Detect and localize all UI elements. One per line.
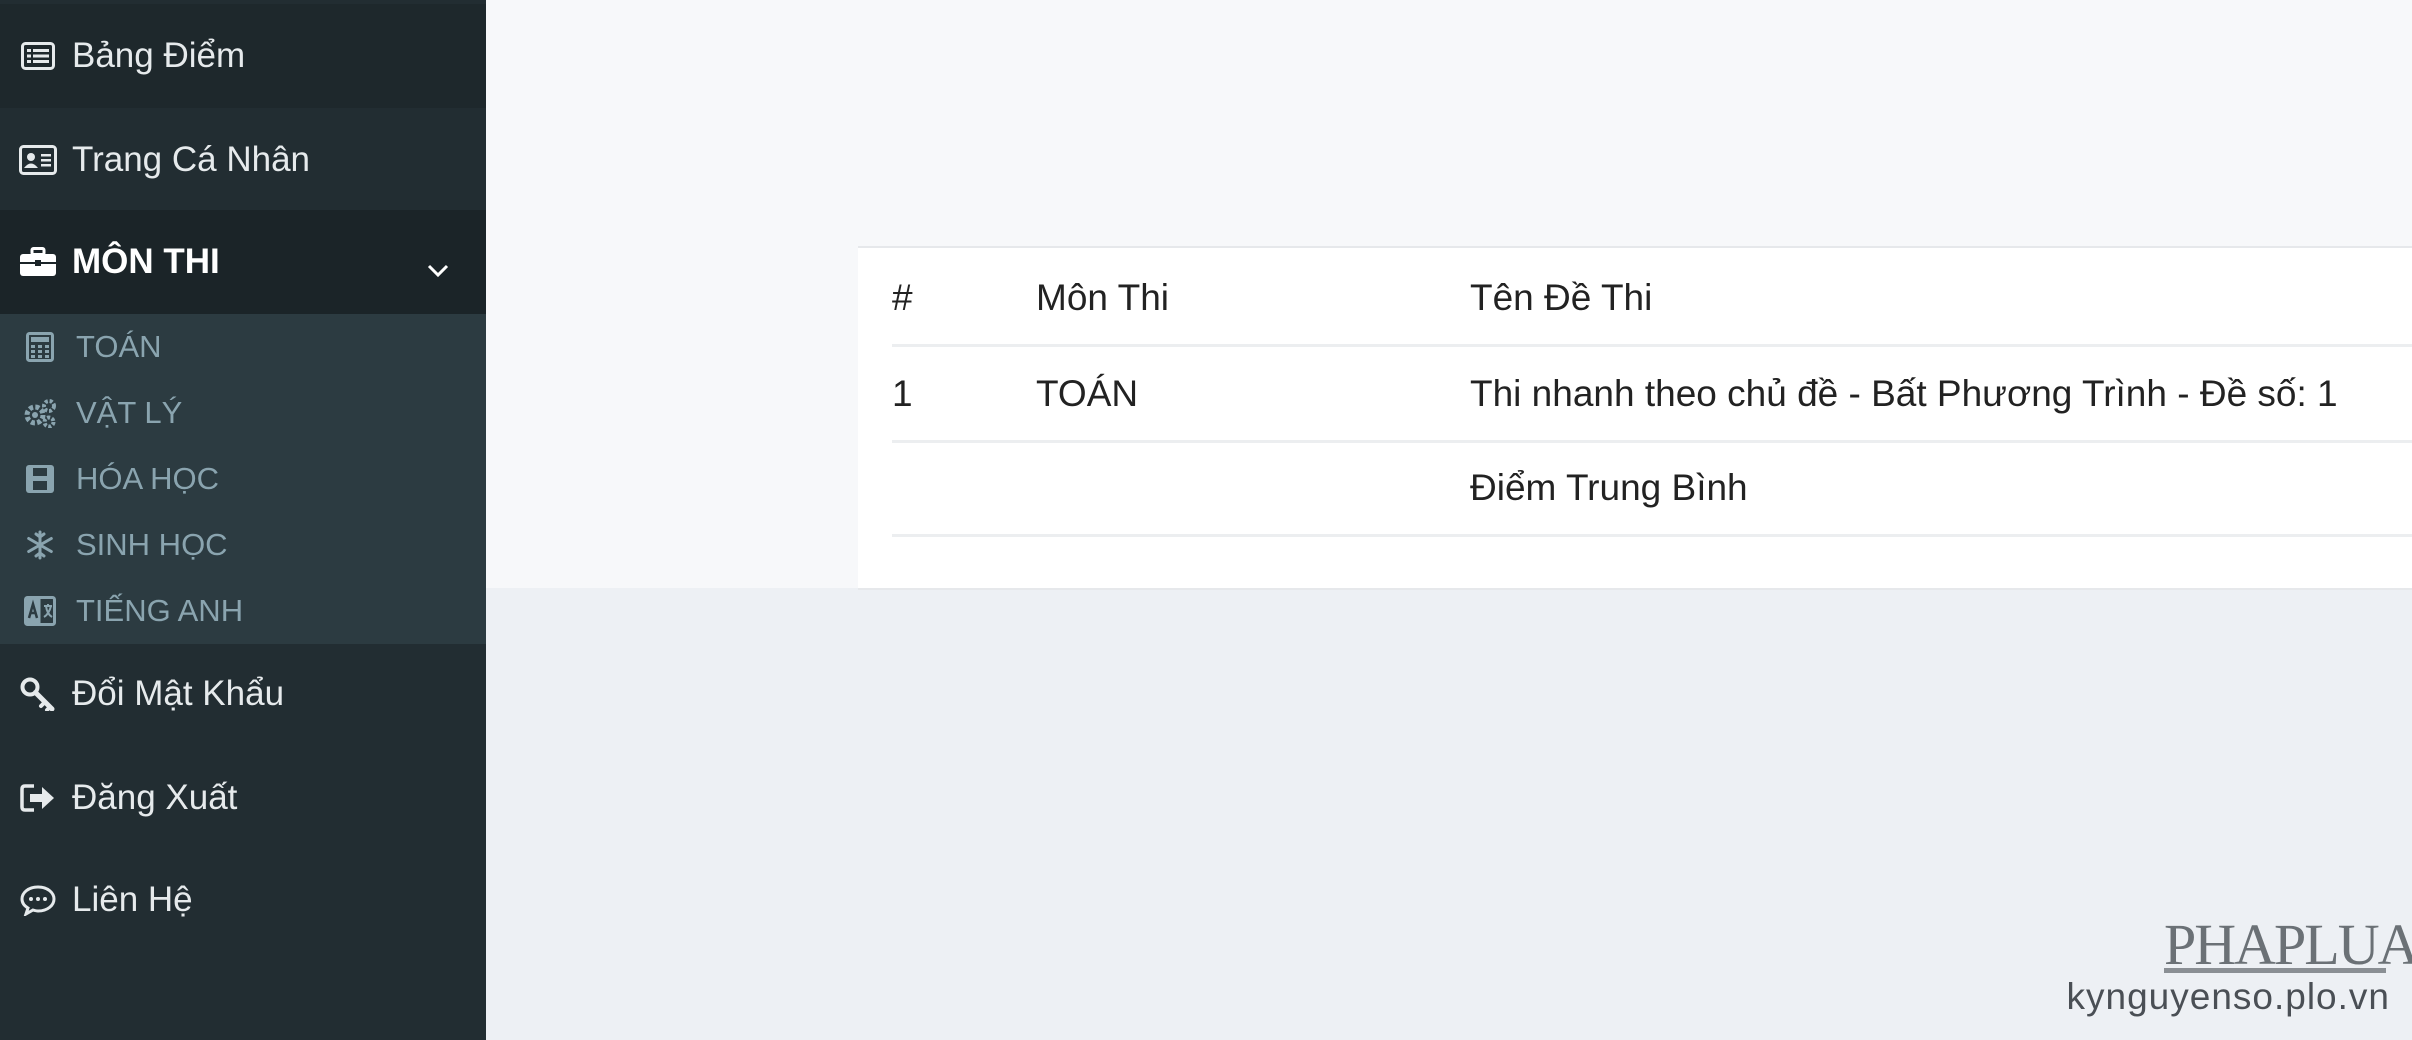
sidebar-item-label: MÔN THI xyxy=(72,242,220,281)
submenu-item-toan[interactable]: TOÁN xyxy=(0,314,486,380)
sidebar-item-doi-mat-khau[interactable]: Đổi Mật Khẩu xyxy=(0,642,486,746)
calculator-icon xyxy=(22,329,58,365)
cogs-icon xyxy=(22,395,58,431)
submenu-item-sinh-hoc[interactable]: SINH HỌC xyxy=(0,512,486,578)
submenu-item-label: TOÁN xyxy=(76,329,162,364)
briefcase-icon xyxy=(18,242,58,282)
sidebar: Bảng Điểm Trang Cá Nhân MÔN THI TOÁN VẬT… xyxy=(0,0,486,1040)
cell-number: 1 xyxy=(892,373,913,414)
sidebar-item-dang-xuat[interactable]: Đăng Xuất xyxy=(0,746,486,850)
table-average-row: Điểm Trung Bình xyxy=(892,442,2412,537)
table-row[interactable]: 1 TOÁN Thi nhanh theo chủ đề - Bất Phươn… xyxy=(892,348,2412,443)
submenu-item-label: VẬT LÝ xyxy=(76,395,183,430)
submenu-item-label: HÓA HỌC xyxy=(76,461,219,496)
sidebar-item-lien-he[interactable]: Liên Hệ xyxy=(0,848,486,952)
sign-out-icon xyxy=(18,778,58,818)
column-header-subject: Môn Thi xyxy=(1036,277,1169,318)
save-icon xyxy=(22,461,58,497)
comment-icon xyxy=(18,880,58,920)
language-icon xyxy=(22,593,58,629)
table-header-row: # Môn Thi Tên Đề Thi xyxy=(892,248,2412,347)
watermark-logo-bar xyxy=(2164,968,2386,973)
submenu-item-vat-ly[interactable]: VẬT LÝ xyxy=(0,380,486,446)
sidebar-item-label: Bảng Điểm xyxy=(72,36,246,75)
cell-exam-title[interactable]: Thi nhanh theo chủ đề - Bất Phương Trình… xyxy=(1470,348,2338,440)
cell-subject: TOÁN xyxy=(1036,373,1139,414)
submenu-item-tieng-anh[interactable]: TIẾNG ANH xyxy=(0,578,486,644)
sidebar-item-label: Liên Hệ xyxy=(72,880,193,919)
key-icon xyxy=(18,674,58,714)
sidebar-item-label: Trang Cá Nhân xyxy=(72,140,310,179)
submenu-item-label: TIẾNG ANH xyxy=(76,593,244,628)
column-header-number: # xyxy=(892,277,913,318)
sidebar-item-label: Đăng Xuất xyxy=(72,778,238,817)
submenu-mon-thi: TOÁN VẬT LÝ HÓA HỌC SINH HỌC TIẾNG ANH xyxy=(0,314,486,644)
watermark-logo: PHAPLUAT xyxy=(2164,908,2412,982)
sidebar-item-bang-diem[interactable]: Bảng Điểm xyxy=(0,4,486,108)
column-header-exam-title: Tên Đề Thi xyxy=(1470,277,1653,318)
watermark-url: kynguyenso.plo.vn xyxy=(2066,976,2390,1017)
average-score-label: Điểm Trung Bình xyxy=(1470,467,1748,508)
submenu-item-hoa-hoc[interactable]: HÓA HỌC xyxy=(0,446,486,512)
submenu-item-label: SINH HỌC xyxy=(76,527,228,562)
sidebar-item-label: Đổi Mật Khẩu xyxy=(72,674,285,713)
list-alt-icon xyxy=(18,36,58,76)
sidebar-item-trang-ca-nhan[interactable]: Trang Cá Nhân xyxy=(0,108,486,212)
snowflake-icon xyxy=(22,527,58,563)
chevron-down-icon[interactable] xyxy=(426,248,450,288)
id-card-icon xyxy=(18,140,58,180)
sidebar-item-mon-thi[interactable]: MÔN THI xyxy=(0,210,486,314)
score-table: # Môn Thi Tên Đề Thi 1 TOÁN Thi nhanh th… xyxy=(858,246,2412,590)
